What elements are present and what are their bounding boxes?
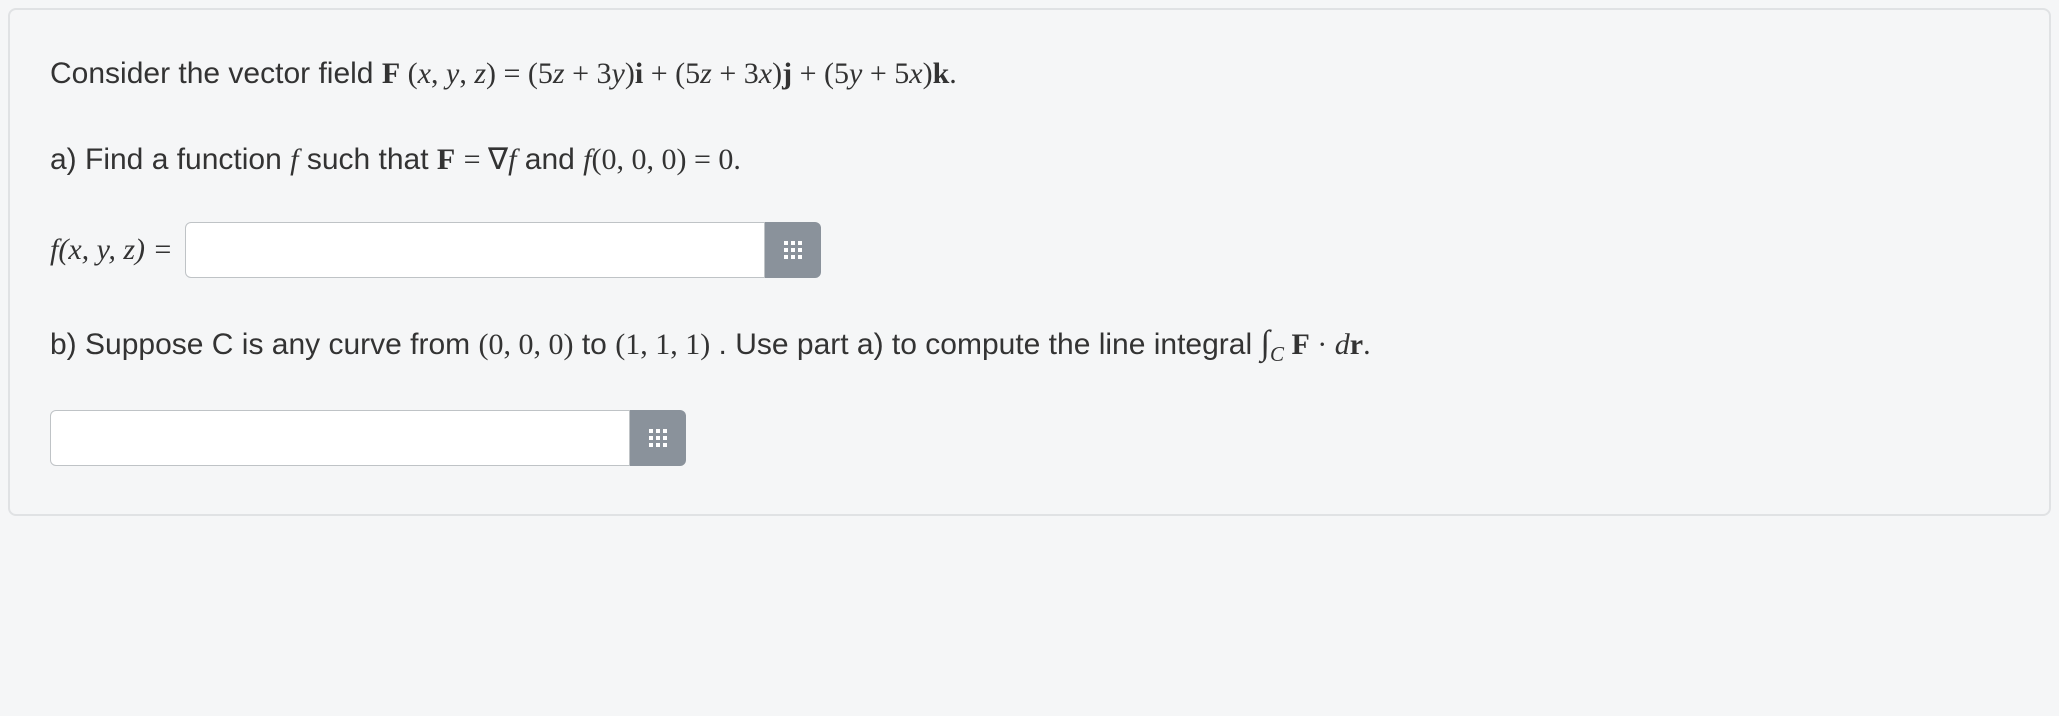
integral-subscript: C bbox=[1270, 342, 1284, 366]
part-b-pt2: (1, 1, 1) bbox=[615, 328, 710, 361]
part-a-input[interactable] bbox=[185, 222, 765, 278]
keypad-button-b[interactable] bbox=[630, 410, 686, 466]
keypad-button-a[interactable] bbox=[765, 222, 821, 278]
part-b-input-group bbox=[50, 410, 686, 466]
part-b-prompt: b) Suppose C is any curve from (0, 0, 0)… bbox=[50, 316, 2009, 372]
part-b-mid2: . Use part a) to compute the line integr… bbox=[719, 328, 1261, 361]
eq2: f(0, 0, 0) = 0. bbox=[583, 143, 741, 176]
part-b-mid1: to bbox=[582, 328, 615, 361]
part-b-answer-row bbox=[50, 410, 2009, 466]
part-a-and: and bbox=[525, 143, 583, 176]
part-b-input[interactable] bbox=[50, 410, 630, 466]
function-f: f bbox=[290, 143, 298, 176]
integral-expr: ∫C F · dr. bbox=[1260, 328, 1370, 361]
part-a-mid: such that bbox=[307, 143, 437, 176]
part-b-pt1: (0, 0, 0) bbox=[479, 328, 574, 361]
part-a-answer-row: f(x, y, z) = bbox=[50, 222, 2009, 278]
part-a-answer-label: f(x, y, z) = bbox=[50, 233, 173, 267]
question-container: Consider the vector field F (x, y, z) = … bbox=[8, 8, 2051, 516]
intro-text: Consider the vector field bbox=[50, 57, 382, 90]
part-a-prompt: a) Find a function f such that F = ∇f an… bbox=[50, 136, 2009, 184]
part-a-prefix: a) Find a function bbox=[50, 143, 290, 176]
eq1-rhs: ∇f bbox=[488, 143, 516, 176]
vector-field-equation: F (x, y, z) = (5z + 3y)i + (5z + 3x)j + … bbox=[382, 57, 957, 90]
problem-intro: Consider the vector field F (x, y, z) = … bbox=[50, 50, 2009, 98]
integral-sign: ∫ bbox=[1260, 324, 1269, 362]
eq1-lhs: F bbox=[437, 143, 455, 176]
keypad-icon bbox=[649, 429, 667, 447]
part-b-prefix: b) Suppose C is any curve from bbox=[50, 328, 479, 361]
eq1-equals: = bbox=[464, 143, 488, 176]
part-a-input-group bbox=[185, 222, 821, 278]
keypad-icon bbox=[784, 241, 802, 259]
